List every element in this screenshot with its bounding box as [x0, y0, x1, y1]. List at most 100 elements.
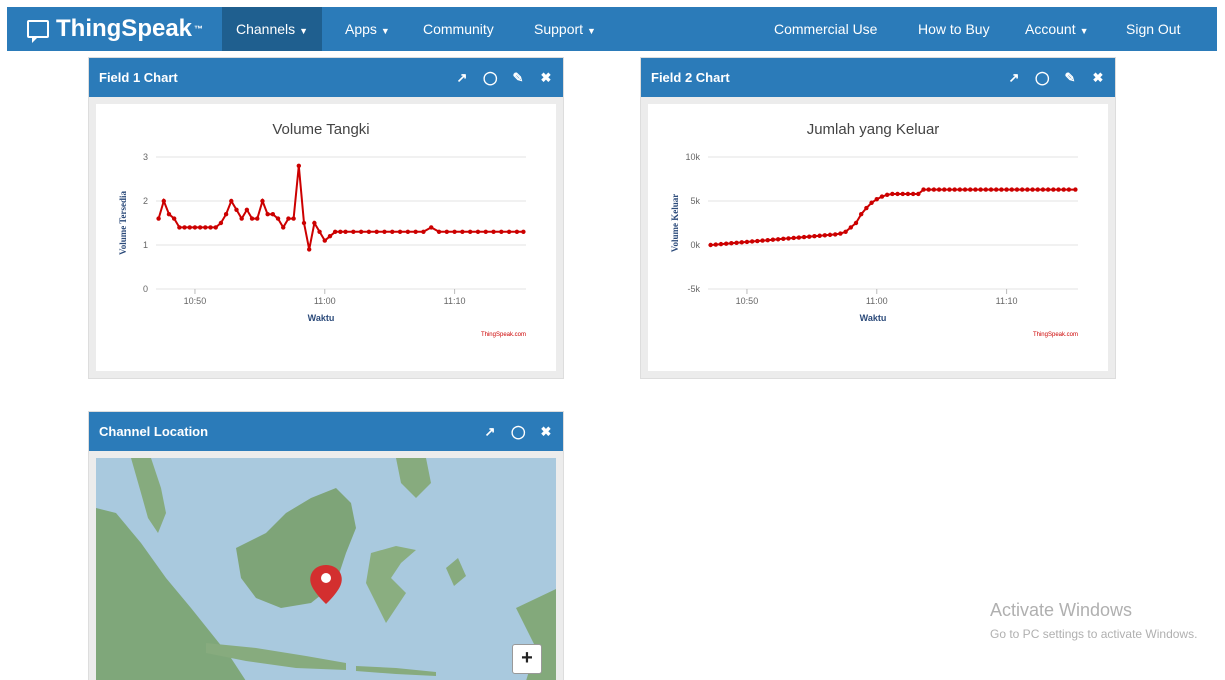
data-point[interactable]: [208, 225, 213, 230]
data-point[interactable]: [223, 212, 229, 217]
data-point[interactable]: [713, 242, 718, 247]
data-point[interactable]: [853, 220, 859, 226]
data-point[interactable]: [429, 225, 434, 230]
data-point[interactable]: [916, 191, 921, 197]
pencil-icon[interactable]: ✎: [1063, 58, 1077, 97]
data-point[interactable]: [796, 235, 802, 240]
data-point[interactable]: [239, 216, 244, 221]
data-point[interactable]: [317, 229, 322, 234]
nav-account[interactable]: Account ▼: [1011, 7, 1103, 51]
data-point[interactable]: [708, 242, 713, 248]
nav-apps[interactable]: Apps ▼: [331, 7, 404, 51]
data-point[interactable]: [822, 233, 828, 238]
data-point[interactable]: [171, 216, 177, 221]
data-point[interactable]: [296, 163, 302, 168]
data-point[interactable]: [936, 187, 942, 192]
data-point[interactable]: [1045, 187, 1051, 192]
data-point[interactable]: [874, 197, 879, 202]
pencil-icon[interactable]: ✎: [511, 58, 525, 97]
data-point[interactable]: [947, 187, 952, 192]
data-point[interactable]: [436, 229, 442, 234]
data-point[interactable]: [957, 187, 963, 192]
data-point[interactable]: [833, 232, 838, 237]
data-point[interactable]: [506, 229, 512, 234]
map-zoom-in-button[interactable]: +: [512, 644, 542, 674]
data-point[interactable]: [260, 198, 265, 204]
data-point[interactable]: [312, 220, 317, 226]
data-point[interactable]: [491, 229, 496, 234]
data-point[interactable]: [755, 238, 760, 244]
nav-support[interactable]: Support ▼: [520, 7, 610, 51]
data-point[interactable]: [1030, 187, 1035, 192]
data-point[interactable]: [322, 238, 327, 243]
data-point[interactable]: [382, 229, 387, 234]
data-point[interactable]: [291, 216, 296, 221]
data-point[interactable]: [475, 229, 481, 234]
data-point[interactable]: [931, 187, 937, 192]
nav-community[interactable]: Community: [409, 7, 508, 51]
data-point[interactable]: [1014, 187, 1020, 192]
data-point[interactable]: [791, 235, 796, 241]
data-point[interactable]: [270, 212, 276, 217]
data-point[interactable]: [1061, 187, 1066, 192]
data-point[interactable]: [962, 187, 968, 192]
data-point[interactable]: [452, 229, 457, 234]
external-link-icon[interactable]: ↗: [483, 412, 497, 451]
data-point[interactable]: [884, 192, 890, 198]
thingspeak-logo[interactable]: ThingSpeak ™: [27, 15, 203, 43]
data-point[interactable]: [156, 216, 161, 221]
data-point[interactable]: [1004, 187, 1009, 192]
data-point[interactable]: [1009, 187, 1014, 192]
data-point[interactable]: [973, 187, 978, 192]
data-point[interactable]: [734, 240, 739, 245]
data-point[interactable]: [332, 229, 338, 234]
data-point[interactable]: [229, 198, 234, 204]
data-point[interactable]: [895, 191, 900, 197]
data-point[interactable]: [358, 229, 364, 234]
data-point[interactable]: [744, 239, 750, 245]
data-point[interactable]: [197, 225, 203, 230]
data-point[interactable]: [999, 187, 1004, 192]
external-link-icon[interactable]: ↗: [1007, 58, 1021, 97]
data-point[interactable]: [499, 229, 504, 234]
data-point[interactable]: [848, 225, 854, 230]
nav-channels[interactable]: Channels ▼: [222, 7, 323, 51]
data-point[interactable]: [1056, 187, 1061, 192]
data-point[interactable]: [514, 229, 520, 234]
data-point[interactable]: [460, 229, 465, 234]
data-point[interactable]: [351, 229, 356, 234]
data-point[interactable]: [166, 212, 172, 217]
data-point[interactable]: [265, 212, 270, 217]
data-point[interactable]: [390, 229, 395, 234]
data-point[interactable]: [812, 234, 817, 239]
data-point[interactable]: [343, 229, 348, 234]
nav-how-to-buy[interactable]: How to Buy: [904, 7, 1004, 51]
data-point[interactable]: [770, 237, 776, 242]
data-point[interactable]: [182, 225, 187, 230]
data-point[interactable]: [827, 232, 833, 238]
data-point[interactable]: [1051, 187, 1056, 192]
data-point[interactable]: [718, 241, 724, 247]
data-point[interactable]: [739, 240, 744, 245]
nav-sign-out[interactable]: Sign Out: [1112, 7, 1194, 51]
data-point[interactable]: [327, 234, 333, 239]
close-icon[interactable]: ✖: [539, 412, 553, 451]
data-point[interactable]: [988, 187, 994, 192]
data-point[interactable]: [843, 229, 848, 234]
data-point[interactable]: [942, 187, 947, 192]
data-point[interactable]: [801, 234, 807, 240]
data-point[interactable]: [864, 205, 869, 211]
data-point[interactable]: [1040, 187, 1046, 192]
data-point[interactable]: [421, 229, 426, 234]
data-point[interactable]: [1025, 187, 1030, 192]
data-point[interactable]: [1035, 187, 1040, 192]
comment-icon[interactable]: ◯: [511, 412, 526, 451]
data-point[interactable]: [192, 225, 198, 230]
data-point[interactable]: [952, 187, 957, 192]
data-point[interactable]: [921, 187, 926, 192]
data-point[interactable]: [249, 216, 255, 221]
data-point[interactable]: [467, 229, 473, 234]
data-point[interactable]: [1019, 187, 1025, 192]
data-point[interactable]: [760, 238, 765, 243]
data-point[interactable]: [213, 225, 218, 230]
